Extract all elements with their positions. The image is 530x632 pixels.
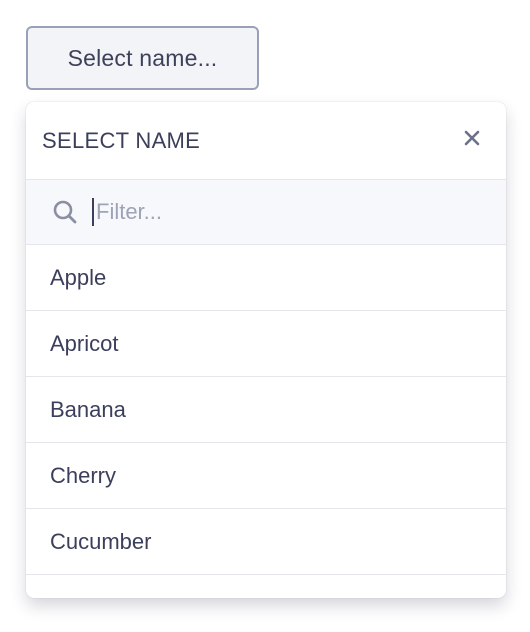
popover-title: SELECT NAME <box>42 127 201 153</box>
option-cucumber[interactable]: Cucumber <box>26 509 506 575</box>
option-banana[interactable]: Banana <box>26 377 506 443</box>
option-label: Apricot <box>50 330 119 356</box>
filter-input[interactable] <box>92 198 476 226</box>
option-label: Banana <box>50 396 126 422</box>
close-icon <box>463 129 481 152</box>
option-label: Cucumber <box>50 528 152 554</box>
option-label: Apple <box>50 264 107 290</box>
select-name-popover: SELECT NAME Apple Apricot Banana <box>26 102 506 598</box>
options-list: Apple Apricot Banana Cherry Cucumber <box>26 245 506 598</box>
popover-header: SELECT NAME <box>26 102 506 180</box>
option-cherry[interactable]: Cherry <box>26 443 506 509</box>
select-name-button[interactable]: Select name... <box>26 26 259 90</box>
search-icon <box>52 199 78 225</box>
select-name-button-label: Select name... <box>67 44 218 71</box>
option-label: Cherry <box>50 462 117 488</box>
option-apricot[interactable]: Apricot <box>26 311 506 377</box>
option-apple[interactable]: Apple <box>26 245 506 311</box>
close-button[interactable] <box>454 123 490 159</box>
filter-row <box>26 180 506 245</box>
option-partial[interactable] <box>26 575 506 598</box>
